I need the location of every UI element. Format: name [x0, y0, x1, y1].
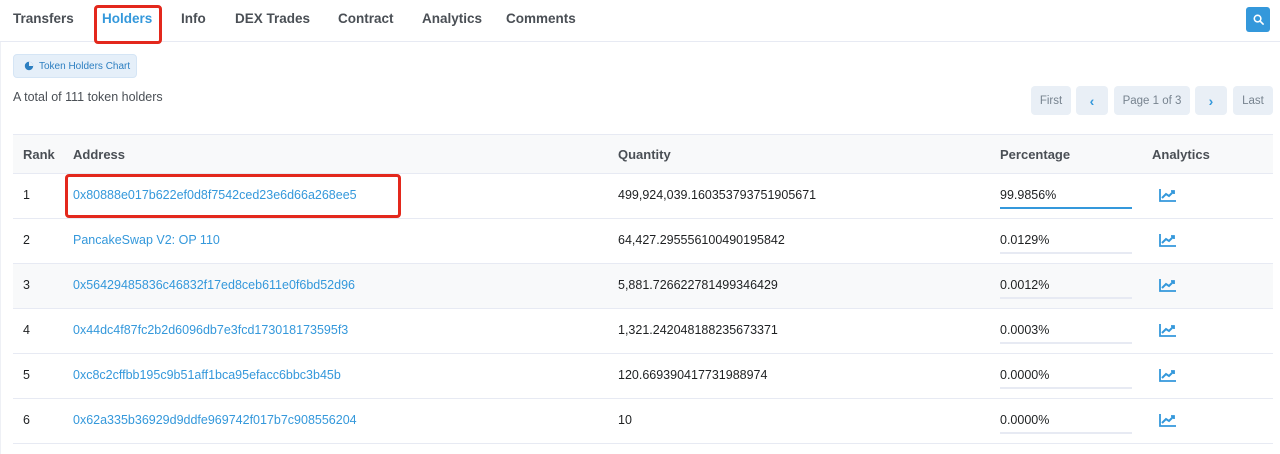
- tab-contract[interactable]: Contract: [338, 11, 394, 27]
- analytics-chart-icon[interactable]: [1159, 233, 1177, 247]
- address-link[interactable]: 0x80888e017b622ef0d8f7542ced23e6d66a268e…: [73, 188, 357, 202]
- address-link[interactable]: 0x56429485836c46832f17ed8ceb611e0f6bd52d…: [73, 278, 355, 292]
- percentage-cell: 0.0129%: [1000, 233, 1050, 247]
- chevron-left-icon: ‹: [1089, 92, 1095, 109]
- header-address: Address: [73, 147, 126, 162]
- header-analytics: Analytics: [1152, 147, 1210, 162]
- total-holders-text: A total of 111 token holders: [13, 90, 163, 104]
- quantity-cell: 5,881.726622781499346429: [618, 278, 778, 292]
- tab-analytics[interactable]: Analytics: [422, 11, 482, 27]
- quantity-cell: 10: [618, 413, 632, 427]
- analytics-chart-icon[interactable]: [1159, 188, 1177, 202]
- search-icon: [1253, 14, 1264, 25]
- rank-cell: 6: [23, 413, 30, 427]
- percentage-bar: [1000, 252, 1132, 254]
- analytics-chart-icon[interactable]: [1159, 278, 1177, 292]
- address-link[interactable]: PancakeSwap V2: OP 110: [73, 233, 220, 247]
- percentage-cell: 0.0000%: [1000, 413, 1050, 427]
- pagination-last-button[interactable]: Last: [1233, 86, 1273, 115]
- pagination-page-indicator: Page 1 of 3: [1114, 86, 1190, 115]
- table-row: 2 PancakeSwap V2: OP 110 64,427.29555610…: [13, 219, 1273, 264]
- address-link[interactable]: 0x44dc4f87fc2b2d6096db7e3fcd173018173595…: [73, 323, 348, 337]
- quantity-cell: 499,924,039.160353793751905671: [618, 188, 817, 202]
- header-rank: Rank: [23, 147, 55, 162]
- tab-comments[interactable]: Comments: [506, 11, 576, 27]
- panel-border: [0, 42, 4, 454]
- percentage-cell: 0.0000%: [1000, 368, 1050, 382]
- rank-cell: 3: [23, 278, 30, 292]
- percentage-bar: [1000, 342, 1132, 344]
- header-quantity: Quantity: [618, 147, 671, 162]
- percentage-cell: 0.0003%: [1000, 323, 1050, 337]
- table-row: 6 0x62a335b36929d9ddfe969742f017b7c90855…: [13, 399, 1273, 444]
- tab-transfers[interactable]: Transfers: [13, 11, 74, 27]
- rank-cell: 1: [23, 188, 30, 202]
- percentage-bar: [1000, 207, 1132, 209]
- pagination-prev-button[interactable]: ‹: [1076, 86, 1108, 115]
- tab-bar: Transfers Holders Info DEX Trades Contra…: [0, 0, 1280, 44]
- header-percentage: Percentage: [1000, 147, 1071, 162]
- token-holders-chart-button[interactable]: Token Holders Chart: [13, 54, 137, 78]
- search-button[interactable]: [1246, 7, 1270, 32]
- table-row: 3 0x56429485836c46832f17ed8ceb611e0f6bd5…: [13, 264, 1273, 309]
- rank-cell: 5: [23, 368, 30, 382]
- percentage-cell: 0.0012%: [1000, 278, 1050, 292]
- percentage-cell: 99.9856%: [1000, 188, 1057, 202]
- table-row: 1 0x80888e017b622ef0d8f7542ced23e6d66a26…: [13, 174, 1273, 219]
- pie-chart-icon: [24, 61, 34, 71]
- quantity-cell: 64,427.295556100490195842: [618, 233, 785, 247]
- percentage-bar-fill: [1000, 207, 1132, 209]
- address-link[interactable]: 0x62a335b36929d9ddfe969742f017b7c9085562…: [73, 413, 357, 427]
- percentage-bar: [1000, 432, 1132, 434]
- rank-cell: 4: [23, 323, 30, 337]
- tab-info[interactable]: Info: [181, 11, 206, 27]
- table-header: Rank Address Quantity Percentage Analyti…: [13, 134, 1273, 174]
- percentage-bar: [1000, 387, 1132, 389]
- pagination-next-button[interactable]: ›: [1195, 86, 1227, 115]
- pagination-first-button[interactable]: First: [1031, 86, 1071, 115]
- tab-dex-trades[interactable]: DEX Trades: [235, 11, 310, 27]
- table-row: 5 0xc8c2cffbb195c9b51aff1bca95efacc6bbc3…: [13, 354, 1273, 399]
- analytics-chart-icon[interactable]: [1159, 413, 1177, 427]
- table-row: 4 0x44dc4f87fc2b2d6096db7e3fcd1730181735…: [13, 309, 1273, 354]
- token-holders-chart-label: Token Holders Chart: [39, 60, 131, 72]
- analytics-chart-icon[interactable]: [1159, 368, 1177, 382]
- quantity-cell: 120.669390417731988974: [618, 368, 768, 382]
- quantity-cell: 1,321.242048188235673371: [618, 323, 778, 337]
- percentage-bar: [1000, 297, 1132, 299]
- rank-cell: 2: [23, 233, 30, 247]
- tab-holders[interactable]: Holders: [102, 11, 152, 27]
- analytics-chart-icon[interactable]: [1159, 323, 1177, 337]
- chevron-right-icon: ›: [1208, 92, 1214, 109]
- address-link[interactable]: 0xc8c2cffbb195c9b51aff1bca95efacc6bbc3b4…: [73, 368, 341, 382]
